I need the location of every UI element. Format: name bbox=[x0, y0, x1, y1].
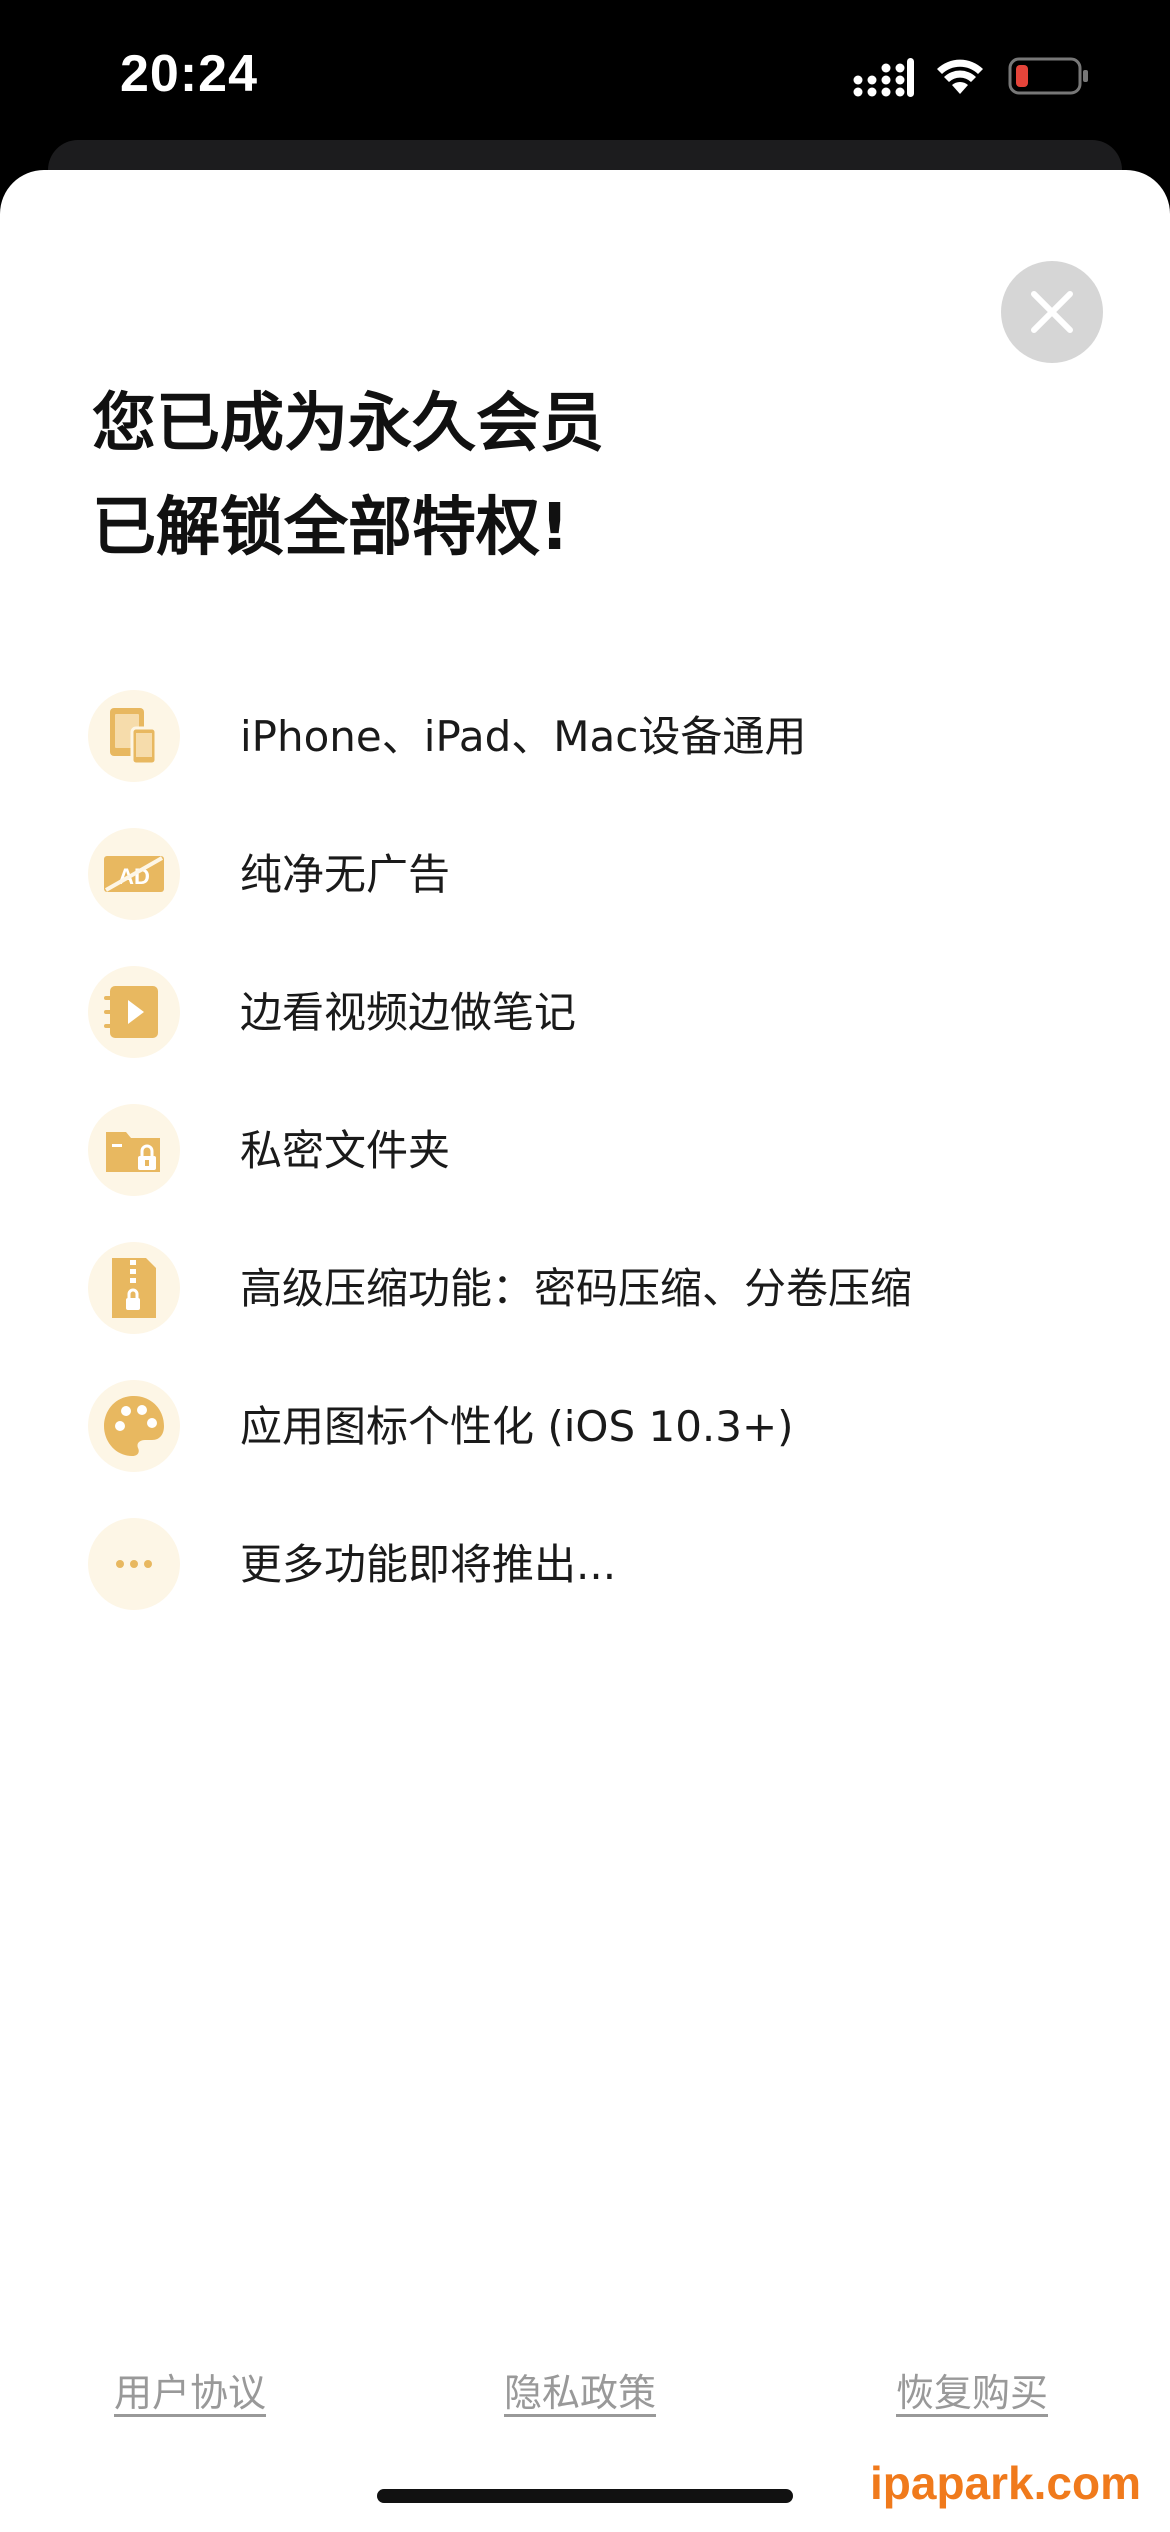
no-ads-icon: AD bbox=[88, 828, 180, 920]
feature-label: 边看视频边做笔记 bbox=[240, 988, 577, 1037]
status-time: 20:24 bbox=[120, 45, 258, 103]
signal-icon bbox=[853, 56, 915, 98]
status-bar: 20:24 bbox=[0, 0, 1170, 150]
zip-lock-icon bbox=[88, 1242, 180, 1334]
close-icon bbox=[1031, 291, 1073, 333]
feature-item: 高级压缩功能：密码压缩、分卷压缩 bbox=[0, 1242, 1170, 1342]
title-line-2: 已解锁全部特权! bbox=[92, 491, 570, 565]
private-folder-icon bbox=[88, 1104, 180, 1196]
feature-item: AD 纯净无广告 bbox=[0, 828, 1170, 928]
watermark: ipapark.com bbox=[870, 2457, 1141, 2509]
feature-item: 边看视频边做笔记 bbox=[0, 966, 1170, 1066]
restore-purchase-link[interactable]: 恢复购买 bbox=[896, 2362, 1048, 2417]
video-note-icon bbox=[88, 966, 180, 1058]
feature-item: 私密文件夹 bbox=[0, 1104, 1170, 1204]
home-indicator[interactable] bbox=[377, 2489, 793, 2503]
palette-icon bbox=[88, 1380, 180, 1472]
feature-label: 更多功能即将推出... bbox=[240, 1540, 617, 1589]
feature-item: 应用图标个性化 (iOS 10.3+) bbox=[0, 1380, 1170, 1480]
feature-label: iPhone、iPad、Mac设备通用 bbox=[240, 712, 807, 761]
close-button[interactable] bbox=[1001, 261, 1103, 363]
feature-label: 私密文件夹 bbox=[240, 1126, 451, 1175]
feature-label: 应用图标个性化 (iOS 10.3+) bbox=[240, 1402, 794, 1451]
wifi-icon bbox=[936, 56, 984, 96]
page-title: 您已成为永久会员 已解锁全部特权! bbox=[92, 372, 992, 580]
more-icon bbox=[88, 1518, 180, 1610]
battery-low-icon bbox=[1008, 57, 1090, 95]
privacy-policy-link[interactable]: 隐私政策 bbox=[504, 2362, 656, 2417]
devices-icon bbox=[88, 690, 180, 782]
feature-label: 纯净无广告 bbox=[240, 850, 451, 899]
title-line-1: 您已成为永久会员 bbox=[92, 387, 604, 461]
feature-item: iPhone、iPad、Mac设备通用 bbox=[0, 690, 1170, 790]
feature-label: 高级压缩功能：密码压缩、分卷压缩 bbox=[240, 1264, 913, 1313]
user-agreement-link[interactable]: 用户协议 bbox=[114, 2362, 266, 2417]
feature-item: 更多功能即将推出... bbox=[0, 1518, 1170, 1618]
screen: 20:24 您已成为永久会员 已解锁全部特权! iPhone、iPad、Mac设… bbox=[0, 0, 1170, 2532]
